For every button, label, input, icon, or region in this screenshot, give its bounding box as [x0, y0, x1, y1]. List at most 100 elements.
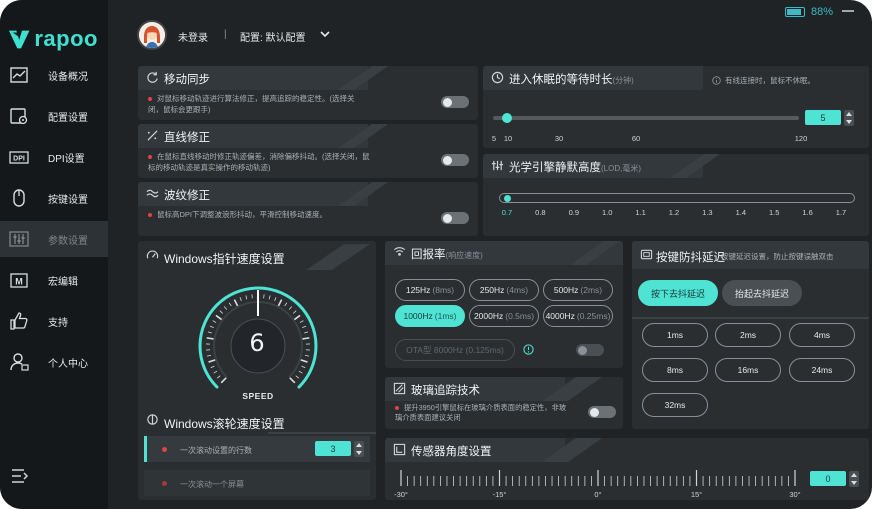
- avatar[interactable]: [137, 20, 167, 50]
- angle-snap-toggle[interactable]: [441, 154, 469, 166]
- debounce-2ms-button[interactable]: 2ms: [715, 323, 781, 347]
- motion-sync-card: 移动同步 对鼠标移动轨迹进行算法修正，提高追踪的稳定性。(选择关闭，鼠标会更跟手…: [138, 66, 478, 120]
- debounce-24ms-button[interactable]: 24ms: [789, 358, 855, 382]
- header-decoration: [338, 182, 388, 206]
- row-dot: [162, 481, 167, 486]
- app-window: rapoo 设备概况 配置设置 DPI DPI设置 按键设置 参数设置 M 宏编…: [0, 0, 872, 509]
- sleep-note: 有线连接时，鼠标不休眠。: [725, 76, 815, 85]
- glass-tracking-toggle[interactable]: [588, 406, 616, 418]
- header-decoration: [542, 377, 602, 401]
- lod-icon: [491, 160, 504, 171]
- polling-2000hz-button[interactable]: 2000Hz (0.5ms): [469, 305, 539, 327]
- wave-icon: [146, 189, 159, 198]
- polling-500hz-button[interactable]: 500Hz (2ms): [543, 279, 613, 301]
- speedometer-icon: [146, 250, 159, 259]
- lod-tick: 1.4: [735, 208, 747, 217]
- card-title: 波纹修正: [164, 190, 210, 202]
- angle-tick-label: -30°: [394, 490, 408, 499]
- gauge-tick: [206, 337, 214, 340]
- collapse-sidebar-icon[interactable]: [10, 466, 30, 486]
- polling-ota-toggle: [576, 344, 604, 356]
- gauge-tick: [233, 299, 239, 307]
- scroll-lines-stepper[interactable]: [354, 441, 364, 457]
- debounce-4ms-button[interactable]: 4ms: [789, 323, 855, 347]
- sleep-stepper[interactable]: [844, 110, 854, 126]
- sidebar-item-support[interactable]: 支持: [0, 303, 108, 339]
- polling-1000hz-button[interactable]: 1000Hz (1ms): [395, 305, 465, 327]
- debounce-press-tab[interactable]: 按下去抖延迟: [638, 280, 718, 306]
- scroll-screen-row[interactable]: 一次滚动一个屏幕: [144, 470, 370, 496]
- debounce-8ms-button[interactable]: 8ms: [642, 358, 708, 382]
- card-title: 直线修正: [164, 132, 210, 144]
- sensor-angle-ruler[interactable]: [399, 468, 799, 490]
- sensor-angle-input[interactable]: 0: [810, 471, 846, 486]
- debounce-subtitle: 按键延迟设置，防止按键误触双击: [721, 252, 834, 261]
- sensor-angle-stepper[interactable]: [849, 471, 859, 487]
- card-title: 玻璃追踪技术: [411, 385, 480, 397]
- angle-snap-card: 直线修正 在鼠标直线移动时修正轨迹偏差，消除偏移抖动。(选择关闭，鼠标的移动轨迹…: [138, 124, 478, 178]
- gauge-tick: [228, 302, 232, 307]
- minimize-icon[interactable]: [842, 9, 854, 13]
- sidebar-item-config[interactable]: 配置设置: [0, 98, 108, 134]
- lod-slider-knob[interactable]: [503, 195, 511, 202]
- login-status[interactable]: 未登录: [178, 29, 208, 44]
- gauge-tick: [300, 359, 308, 363]
- motion-sync-desc: 对鼠标移动轨迹进行算法修正，提高追踪的稳定性。(选择关闭，鼠标会更跟手): [148, 94, 355, 114]
- motion-sync-toggle[interactable]: [441, 96, 469, 108]
- chevron-down-icon[interactable]: [319, 28, 331, 40]
- polling-4000hz-button[interactable]: 4000Hz (0.25ms): [543, 305, 613, 327]
- scroll-lines-label: 一次滚动设置的行数: [180, 446, 252, 455]
- gauge-tick: [298, 370, 303, 374]
- polling-125hz-button[interactable]: 125Hz (8ms): [395, 279, 465, 301]
- gauge-tick: [289, 377, 296, 384]
- gauge-tick: [288, 306, 293, 310]
- angle-snap-desc: 在鼠标直线移动时修正轨迹偏差，消除偏移抖动。(选择关闭，鼠标的移动轨迹是真实操作…: [148, 152, 370, 172]
- sidebar: rapoo 设备概况 配置设置 DPI DPI设置 按键设置 参数设置 M 宏编…: [0, 0, 108, 509]
- sleep-slider-track[interactable]: [493, 116, 799, 120]
- lod-tick: 0.8: [535, 208, 546, 217]
- gauge-tick: [301, 365, 306, 369]
- sleep-slider-knob[interactable]: [501, 113, 512, 123]
- rapoo-v-icon: [8, 30, 30, 49]
- debounce-1ms-button[interactable]: 1ms: [642, 323, 708, 347]
- sidebar-item-macro[interactable]: M 宏编辑: [0, 262, 108, 298]
- gauge-tick: [223, 306, 228, 310]
- battery-indicator: 88%: [785, 6, 833, 18]
- sidebar-item-label: 支持: [48, 318, 68, 329]
- debounce-16ms-button[interactable]: 16ms: [715, 358, 781, 382]
- sidebar-item-label: 个人中心: [48, 359, 88, 370]
- sidebar-item-dpi[interactable]: DPI DPI设置: [0, 139, 108, 175]
- sidebar-item-buttons[interactable]: 按键设置: [0, 180, 108, 216]
- lod-slider-track[interactable]: [499, 193, 855, 203]
- glass-icon: [393, 382, 406, 395]
- sidebar-item-label: 设备概况: [48, 72, 88, 83]
- row-indicator: [144, 436, 147, 462]
- header-decoration: [338, 124, 388, 148]
- sidebar-item-label: 按键设置: [48, 195, 88, 206]
- gauge-tick: [295, 375, 300, 379]
- debounce-32ms-button[interactable]: 32ms: [642, 393, 708, 417]
- sidebar-item-profile[interactable]: 个人中心: [0, 344, 108, 380]
- gauge-tick: [210, 365, 215, 369]
- scroll-lines-input[interactable]: 3: [315, 441, 351, 456]
- sidebar-item-device-overview[interactable]: 设备概况: [0, 57, 108, 93]
- scroll-lines-row[interactable]: 一次滚动设置的行数 3: [144, 436, 370, 462]
- sidebar-item-params[interactable]: 参数设置: [0, 221, 108, 257]
- card-title: 移动同步: [164, 74, 210, 86]
- debounce-release-tab[interactable]: 抬起去抖延迟: [722, 280, 802, 306]
- profile-selector-label[interactable]: 配置: 默认配置: [240, 29, 306, 44]
- gauge-tick: [304, 354, 310, 357]
- sleep-value-input[interactable]: 5: [805, 110, 841, 125]
- angle-snap-icon: [147, 130, 158, 141]
- angle-icon: [393, 443, 406, 456]
- lod-tick: 1.1: [635, 208, 646, 217]
- speed-label-box: SPEED: [228, 389, 288, 403]
- ripple-toggle[interactable]: [441, 212, 469, 224]
- card-title: 光学引擎静默高度(LOD,毫米): [509, 162, 641, 174]
- card-header: 按键防抖延迟 按键延迟设置，防止按键误触双击: [632, 241, 869, 269]
- card-title: 进入休眠的等待时长(分钟): [509, 74, 634, 86]
- polling-250hz-button[interactable]: 250Hz (4ms): [469, 279, 539, 301]
- gauge-tick: [277, 299, 283, 307]
- pointer-speed-value: 6: [249, 329, 265, 357]
- gauge-tick: [274, 297, 277, 302]
